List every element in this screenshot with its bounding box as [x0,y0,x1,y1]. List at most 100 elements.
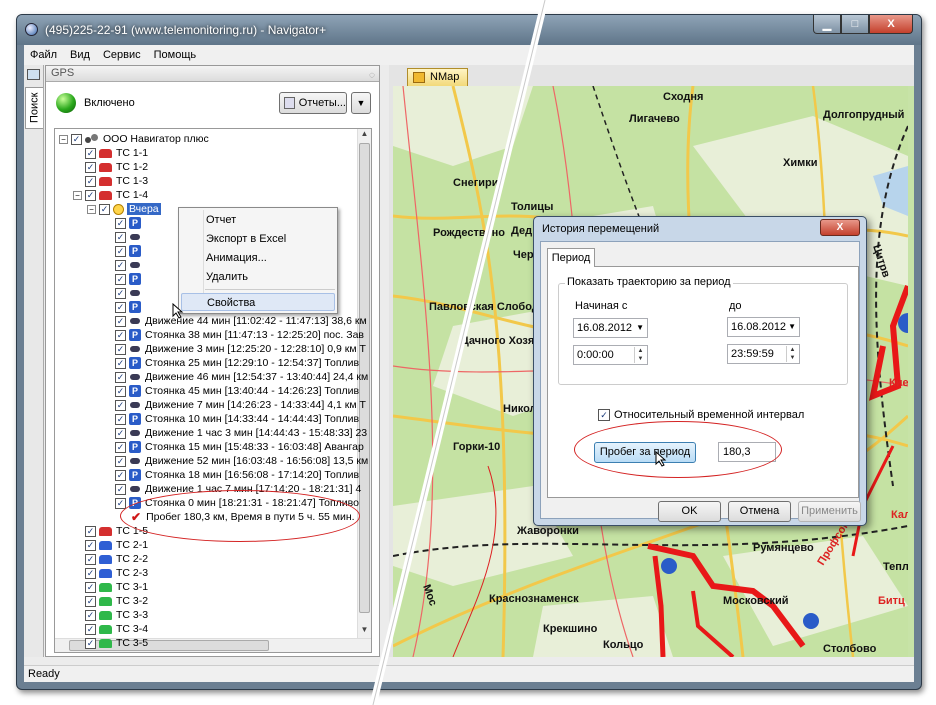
tree-checkbox[interactable]: ✓ [115,497,126,509]
collapse-icon[interactable]: − [59,134,68,144]
tree-event-row[interactable]: ✓ P Стоянка 10 мин [14:33:44 - 14:44:43] Т… [115,412,359,426]
tab-period[interactable]: Период [547,248,595,267]
tree-event-row[interactable]: ✓53) 18,2 км [115,230,328,244]
tree-checkbox[interactable]: ✓ [115,455,126,467]
tree-checkbox[interactable]: ✓ [85,189,96,201]
tree-checkbox[interactable]: ✓ [115,483,126,495]
tree-event-row[interactable]: ✓P5) пос. Раб [115,244,328,258]
tree-org-row[interactable]: − ✓ ООО Навигатор плюс [59,132,209,146]
tree-day-row[interactable]: − ✓ Вчера [87,202,161,216]
spin-arrows-icon[interactable]: ▲ ▼ [786,346,798,362]
tree-event-row[interactable]: ✓ P Стоянка 15 мин [15:48:33 - 16:03:48] А… [115,440,364,454]
tree-vehicle-row[interactable]: ✓ ТС 3-4 [73,622,148,636]
collapse-icon[interactable]: − [87,204,96,214]
tree-event-row[interactable]: ✓ Движение 46 мин [12:54:37 - 13:40:44] 2… [115,370,368,384]
context-item-animation[interactable]: Анимация... [179,249,337,267]
map-tab[interactable]: NMap [407,68,469,86]
tree-checkbox[interactable]: ✓ [85,609,96,621]
title-bar[interactable]: (495)225-22-91 (www.telemonitoring.ru) -… [17,15,921,45]
pin-icon[interactable]: ◌ [369,68,375,83]
tree-event-row[interactable]: ✓PТопливо: [115,272,318,286]
tree-event-row[interactable]: ✓1) 11,4 км [115,258,322,272]
scroll-up-arrow-icon[interactable]: ▲ [358,129,371,142]
tree-vehicle-row[interactable]: ✓ ТС 1-2 [73,160,148,174]
tree-vehicle-row[interactable]: ✓ ТС 1-1 [73,146,148,160]
relative-interval-checkbox[interactable]: ✓ Относительный временной интервал [598,409,804,421]
tree-vehicle-row[interactable]: ✓ ТС 3-3 [73,608,148,622]
minimize-button[interactable]: ▁ [813,15,841,34]
search-tab[interactable]: Поиск [25,87,43,129]
spin-arrows-icon[interactable]: ▲ ▼ [634,347,646,363]
tree-checkbox[interactable]: ✓ [85,567,96,579]
tree-checkbox[interactable]: ✓ [85,161,96,173]
scroll-down-arrow-icon[interactable]: ▼ [358,625,371,638]
tree-checkbox[interactable]: ✓ [115,315,126,327]
tree-checkbox[interactable]: ✓ [85,525,96,537]
tree-vehicle-row[interactable]: ✓ ТС 3-5 [73,636,148,650]
tree-vehicle-row[interactable]: ✓ ТС 2-2 [73,552,148,566]
context-item-delete[interactable]: Удалить [179,268,337,286]
ok-button[interactable]: OK [658,501,721,522]
context-item-properties[interactable]: Свойства [181,293,335,311]
checkbox-box[interactable]: ✓ [598,409,610,421]
tree-checkbox[interactable]: ✓ [115,371,126,383]
tree-checkbox[interactable]: ✓ [115,469,126,481]
tree-checkbox[interactable]: ✓ [115,217,126,229]
tree-checkbox[interactable]: ✓ [115,259,126,271]
tree-event-row[interactable]: ✓ P Стоянка 38 мин [11:47:13 - 12:25:20] п… [115,328,364,342]
maximize-button[interactable]: □ [841,15,869,34]
menu-view[interactable]: Вид [70,49,90,61]
menu-service[interactable]: Сервис [103,49,141,61]
reports-button[interactable]: Отчеты... [279,92,347,114]
context-item-export-excel[interactable]: Экспорт в Excel [179,230,337,248]
tree-checkbox[interactable]: ✓ [115,273,126,285]
tree-vehicle-row[interactable]: ✓ ТС 3-2 [73,594,148,608]
tree-checkbox[interactable]: ✓ [115,287,126,299]
tree-checkbox[interactable]: ✓ [71,133,82,145]
tree-checkbox[interactable]: ✓ [115,343,126,355]
tree-checkbox[interactable]: ✓ [115,441,126,453]
tree-vehicle-row[interactable]: − ✓ ТС 1-4 [73,188,148,202]
tree-checkbox[interactable]: ✓ [85,175,96,187]
tree-checkbox[interactable]: ✓ [85,623,96,635]
tree-event-row[interactable]: ✓ Движение 7 мин [14:26:23 - 14:33:44] 4,… [115,398,366,412]
to-date-picker[interactable]: 16.08.2012 ▼ [727,317,800,337]
from-time-spinner[interactable]: 0:00:00 ▲ ▼ [573,345,648,365]
tree-event-row[interactable]: ✓ P Стоянка 18 мин [16:56:08 - 17:14:20] Т… [115,468,359,482]
tree-checkbox[interactable]: ✓ [115,413,126,425]
tree-event-row[interactable]: ✓ P Стоянка 45 мин [13:40:44 - 14:26:23] Т… [115,384,359,398]
tree-checkbox[interactable]: ✓ [115,329,126,341]
menu-file[interactable]: Файл [30,49,57,61]
tree-vehicle-row[interactable]: ✓ ТС 1-3 [73,174,148,188]
tree-checkbox[interactable]: ✓ [85,553,96,565]
tree-event-row[interactable]: ✓ Движение 3 мин [12:25:20 - 12:28:10] 0,… [115,342,366,356]
collapse-icon[interactable]: − [73,190,82,200]
to-time-spinner[interactable]: 23:59:59 ▲ ▼ [727,344,800,364]
monitor-icon[interactable] [27,69,40,80]
tree-checkbox[interactable]: ✓ [85,539,96,551]
menu-help[interactable]: Помощь [154,49,197,61]
dialog-close-button[interactable]: X [820,219,860,236]
reports-dropdown-button[interactable]: ▼ [351,92,371,114]
tree-checkbox[interactable]: ✓ [85,147,96,159]
tree-checkbox[interactable]: ✓ [115,385,126,397]
tree-event-row[interactable]: ✓P3) Топлив [115,216,322,230]
tree-checkbox[interactable]: ✓ [99,203,110,215]
tree-event-row[interactable]: ✓ P Стоянка 25 мин [12:29:10 - 12:54:37] Т… [115,356,359,370]
tree-event-row[interactable]: ✓ Движение 52 мин [16:03:48 - 16:56:08] 1… [115,454,368,468]
tree-checkbox[interactable]: ✓ [115,301,126,313]
tree-checkbox[interactable]: ✓ [115,399,126,411]
tree-event-row[interactable]: ✓05) 33,1 км [115,286,328,300]
apply-button[interactable]: Применить [798,501,861,522]
tree-checkbox[interactable]: ✓ [115,357,126,369]
tree-checkbox[interactable]: ✓ [85,595,96,607]
tree-vehicle-row[interactable]: ✓ ТС 2-1 [73,538,148,552]
cancel-button[interactable]: Отмена [728,501,791,522]
tree-checkbox[interactable]: ✓ [85,637,96,649]
tree-event-row[interactable]: ✓PТоплив [115,300,310,314]
tree-event-row[interactable]: ✓ Движение 44 мин [11:02:42 - 11:47:13] 3… [115,314,367,328]
tree-checkbox[interactable]: ✓ [85,581,96,593]
tree-vehicle-row[interactable]: ✓ ТС 2-3 [73,566,148,580]
context-item-report[interactable]: Отчет [179,211,337,229]
from-date-picker[interactable]: 16.08.2012 ▼ [573,318,648,338]
